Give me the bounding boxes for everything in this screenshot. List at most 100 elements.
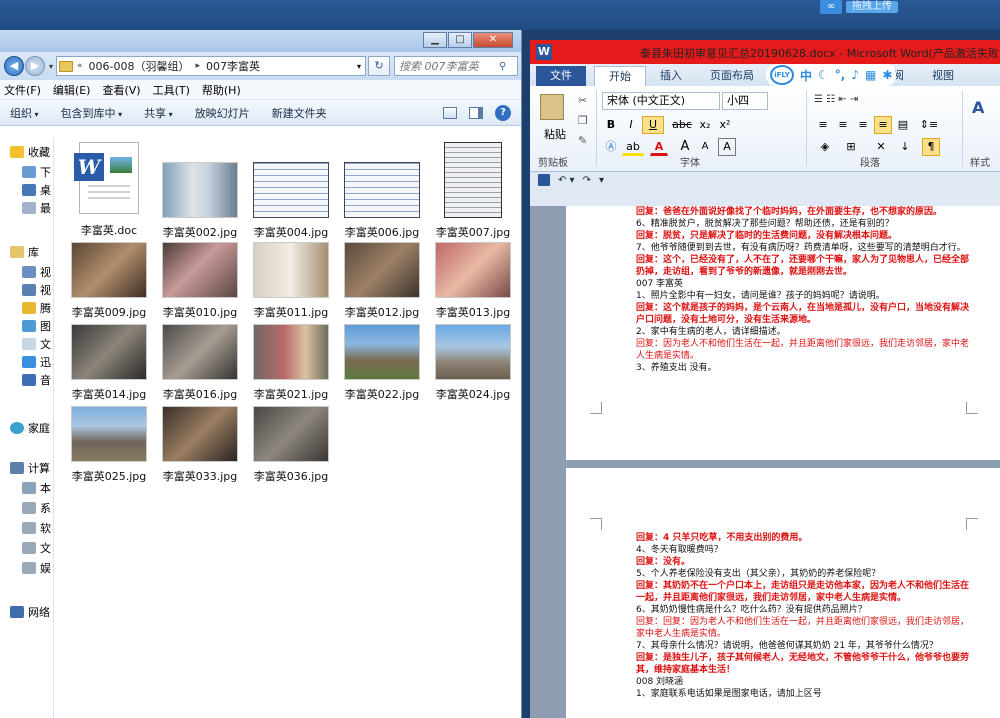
question-paragraph[interactable]: 2、家中有生病的老人，请详细描述。 xyxy=(636,326,971,338)
file-item[interactable]: 李富英013.jpg xyxy=(428,242,518,320)
refresh-icon[interactable]: ↻ xyxy=(368,56,391,76)
menu-view[interactable]: 查看(V) xyxy=(102,82,140,98)
history-dropdown-icon[interactable]: ▾ xyxy=(49,62,53,71)
customize-qat-icon[interactable]: ▾ xyxy=(599,175,604,186)
word-app-icon[interactable]: W xyxy=(536,44,552,60)
text-effects-icon[interactable]: Ⓐ xyxy=(602,138,620,156)
copy-icon[interactable]: ❐ xyxy=(578,114,588,127)
menu-edit[interactable]: 编辑(E) xyxy=(53,82,91,98)
page-text[interactable]: 回复：爸爸在外面说好像找了个临时妈妈，在外面要生存，也不想家的原因。 6、精准脱… xyxy=(636,206,971,374)
punctuation-icon[interactable]: °, xyxy=(835,68,846,82)
tab-file[interactable]: 文件 xyxy=(536,66,586,86)
tab-home[interactable]: 开始 xyxy=(594,66,646,86)
sidebar-item-desktop[interactable]: 桌 xyxy=(22,182,51,198)
include-in-library-button[interactable]: 包含到库中 xyxy=(61,105,123,121)
shading-icon[interactable]: ◈ xyxy=(814,138,836,156)
cut-icon[interactable]: ✂ xyxy=(578,94,587,107)
question-paragraph[interactable]: 007 李富英 xyxy=(636,278,971,290)
file-item[interactable]: 李富英002.jpg xyxy=(155,142,245,240)
styles-gallery-icon[interactable]: A xyxy=(972,98,984,117)
share-button[interactable]: 共享 xyxy=(144,105,173,121)
question-paragraph[interactable]: 008 刘晓涵 xyxy=(636,676,971,688)
file-item[interactable]: 李富英022.jpg xyxy=(337,324,427,402)
document-canvas[interactable]: 回复：爸爸在外面说好像找了个临时妈妈，在外面要生存，也不想家的原因。 6、精准脱… xyxy=(530,206,1000,718)
reply-paragraph[interactable]: 回复：这个就是孩子的妈妈，是个云南人，在当地是孤儿，没有户口，当地没有解决户口问… xyxy=(636,302,971,326)
file-item[interactable]: 李富英012.jpg xyxy=(337,242,427,320)
reply-paragraph[interactable]: 回复：因为老人不和他们生活在一起，并且距离他们家很远，我们走访邻居，家中老人生病… xyxy=(636,338,971,362)
underline-button[interactable]: U xyxy=(642,116,664,134)
sidebar-item-downloads[interactable]: 下 xyxy=(22,164,51,180)
character-border-icon[interactable]: A xyxy=(718,138,736,156)
word-titlebar[interactable]: W 泰县朱田初审意见汇总20190628.docx - Microsoft Wo… xyxy=(530,40,1000,64)
explorer-titlebar[interactable]: ▁ □ ✕ xyxy=(0,30,521,52)
sidebar-network[interactable]: 网络 xyxy=(10,604,50,620)
sidebar-item-drive-g[interactable]: 娱 xyxy=(22,560,51,576)
address-bar[interactable]: « 006-008（羽馨组） ▸ 007李富英 ▾ xyxy=(56,56,367,76)
list-icons[interactable]: ☰ ☷ ⇤ ⇥ xyxy=(814,94,858,105)
line-spacing-icon[interactable]: ⇕≡ xyxy=(918,116,940,134)
help-icon[interactable]: ? xyxy=(495,105,511,121)
sidebar-item-documents[interactable]: 文 xyxy=(22,336,51,352)
chinese-mode-toggle[interactable]: 中 xyxy=(800,67,812,84)
search-icon[interactable]: ⚲ xyxy=(499,61,506,72)
file-item[interactable]: 李富英011.jpg xyxy=(246,242,336,320)
sidebar-item-tencent[interactable]: 腾 xyxy=(22,300,51,316)
reply-paragraph[interactable]: 回复：是独生儿子，孩子其何候老人，无经地文，不管他爷爷干什么，他爷爷也要劳其，维… xyxy=(636,652,971,676)
distributed-icon[interactable]: ▤ xyxy=(894,116,912,134)
strikethrough-button[interactable]: abc xyxy=(670,116,694,134)
sidebar-item-video-2[interactable]: 视 xyxy=(22,282,51,298)
ifly-logo-icon[interactable]: iFLY xyxy=(770,65,794,85)
file-item[interactable]: 李富英014.jpg xyxy=(64,324,154,402)
breadcrumb-overflow[interactable]: « xyxy=(77,61,83,71)
breadcrumb-parent[interactable]: 006-008（羽馨组） xyxy=(89,58,190,74)
file-item[interactable]: 李富英016.jpg xyxy=(155,324,245,402)
sidebar-item-drive-f[interactable]: 文 xyxy=(22,540,51,556)
file-item[interactable]: 李富英004.jpg xyxy=(246,142,336,240)
moon-icon[interactable]: ☾ xyxy=(818,68,829,82)
maximize-button[interactable]: □ xyxy=(448,32,472,48)
sort-icon[interactable]: ↓ xyxy=(896,138,914,156)
font-color-button[interactable]: A xyxy=(650,138,668,156)
slideshow-button[interactable]: 放映幻灯片 xyxy=(195,105,250,121)
font-name-select[interactable]: 宋体 (中文正文) xyxy=(602,92,720,110)
forward-arrow-icon[interactable]: ▶ xyxy=(25,56,45,76)
menu-help[interactable]: 帮助(H) xyxy=(202,82,241,98)
keyboard-icon[interactable]: ▦ xyxy=(865,68,876,82)
align-left-icon[interactable]: ≡ xyxy=(814,116,832,134)
sidebar-item-music[interactable]: 音 xyxy=(22,372,51,388)
question-paragraph[interactable]: 7、他爷爷随便到到去世，有没有病历呀？药费清单呀，这些要写的清楚明白才行。 xyxy=(636,242,971,254)
sidebar-item-recent[interactable]: 最 xyxy=(22,200,51,216)
document-page[interactable]: 回复：4 只羊只吃草，不用支出别的费用。 4、冬天有取暖费吗？ 回复：没有。 5、… xyxy=(566,468,1000,718)
file-item[interactable]: 李富英024.jpg xyxy=(428,324,518,402)
question-paragraph[interactable]: 6、精准脱贫户，脱贫解决了那些问题？帮助还债，还是有别的？ xyxy=(636,218,971,230)
bold-button[interactable]: B xyxy=(602,116,620,134)
close-button[interactable]: ✕ xyxy=(473,32,513,48)
reply-paragraph[interactable]: 回复：其奶奶不在一个户口本上，走访组只是走访他本家，因为老人不和他们生活在一起，… xyxy=(636,580,971,604)
minimize-button[interactable]: ▁ xyxy=(423,32,447,48)
preview-pane-icon[interactable] xyxy=(469,107,483,119)
organize-button[interactable]: 组织 xyxy=(10,105,39,121)
sidebar-item-drive-e[interactable]: 软 xyxy=(22,520,51,536)
file-item[interactable]: 李富英021.jpg xyxy=(246,324,336,402)
reply-paragraph[interactable]: 回复：脱贫，只是解决了临时的生活费问题，没有解决根本问题。 xyxy=(636,230,971,242)
italic-button[interactable]: I xyxy=(622,116,640,134)
sidebar-item-drive-d[interactable]: 系 xyxy=(22,500,51,516)
paste-button[interactable]: 粘贴 xyxy=(544,126,566,142)
sidebar-favorites[interactable]: 收藏 xyxy=(10,144,50,160)
breadcrumb-current[interactable]: 007李富英 xyxy=(206,58,260,74)
reply-paragraph[interactable]: 回复：爸爸在外面说好像找了个临时妈妈，在外面要生存，也不想家的原因。 xyxy=(636,206,971,218)
breadcrumb-separator[interactable]: ▸ xyxy=(196,61,201,71)
sidebar-item-drive-c[interactable]: 本 xyxy=(22,480,51,496)
file-item[interactable]: W 李富英.doc xyxy=(64,142,154,238)
new-folder-button[interactable]: 新建文件夹 xyxy=(272,105,327,121)
reply-paragraph[interactable]: 回复：回复：因为老人不和他们生活在一起，并且距离他们家很远，我们走访邻居，家中老… xyxy=(636,616,971,640)
address-dropdown-icon[interactable]: ▾ xyxy=(357,62,361,71)
file-item[interactable]: 李富英007.jpg xyxy=(428,142,518,240)
sidebar-item-xunlei[interactable]: 迅 xyxy=(22,354,51,370)
question-paragraph[interactable]: 1、家庭联系电话如果是图家电话，请加上区号 xyxy=(636,688,971,700)
sidebar-item-pictures[interactable]: 图 xyxy=(22,318,51,334)
microphone-icon[interactable]: ♪ xyxy=(851,68,859,82)
tab-page-layout[interactable]: 页面布局 xyxy=(696,66,768,86)
tab-insert[interactable]: 插入 xyxy=(646,66,696,86)
question-paragraph[interactable]: 5、个人养老保险没有支出（其父亲），其奶奶的养老保险呢？ xyxy=(636,568,971,580)
